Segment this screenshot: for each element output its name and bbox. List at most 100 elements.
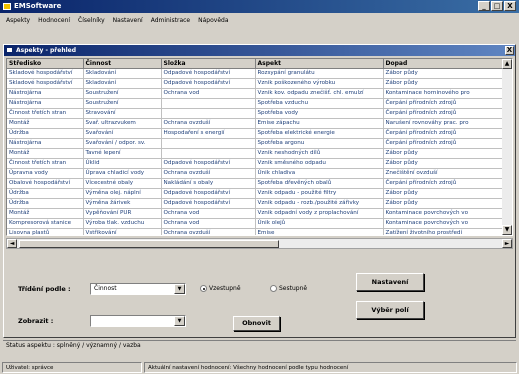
menu-aspekty[interactable]: Aspekty (2, 17, 34, 24)
app-icon (3, 3, 11, 10)
chevron-down-icon[interactable]: ▼ (174, 284, 185, 294)
table-cell: Vznik neshodných dílů (255, 148, 384, 159)
table-row[interactable]: Nástrojárna Svařování / odpor. sv. Spotřeb… (7, 138, 505, 149)
table-cell: Kontaminace povrchových vo (383, 218, 505, 229)
table-cell: Činnost třetích stran (7, 158, 84, 169)
table-cell: Znečištění ovzduší (383, 168, 505, 179)
table-cell: Skladování (83, 68, 162, 79)
table-cell: Spotřeba dřevěných obalů (255, 178, 384, 189)
table-cell: Čerpání přírodních zdrojů (383, 128, 505, 139)
sort-ascending-radio[interactable]: Vzestupně (200, 285, 241, 292)
menu-administrace[interactable]: Administrace (147, 17, 194, 24)
column-header-slozka[interactable]: Složka (161, 59, 256, 69)
field-select-button[interactable]: Výběr polí (356, 301, 424, 319)
table-cell: Vícecestné obaly (83, 178, 162, 189)
table-cell: Kontaminace horninového pro (383, 88, 505, 99)
table-cell: Spotřeba vzduchu (255, 98, 384, 109)
scroll-down-arrow-icon[interactable]: ▼ (502, 225, 512, 235)
table-cell: Spotřeba argonu (255, 138, 384, 149)
column-header-cinnost[interactable]: Činnost (83, 59, 162, 69)
table-row[interactable]: Činnost třetích stran Úklid Odpadové hospo… (7, 158, 505, 169)
table-cell: Výměna žárivek (83, 198, 162, 209)
table-row[interactable]: Údržba Svařování Hospodaření s energií Spot… (7, 128, 505, 139)
sort-descending-label: Sestupně (279, 285, 308, 292)
show-select[interactable]: ▼ (90, 315, 186, 327)
menu-ciselniky[interactable]: Číselníky (74, 17, 109, 24)
scroll-left-arrow-icon[interactable]: ◄ (7, 239, 17, 248)
table-cell: Zatížení životního prostředí (383, 228, 505, 235)
sort-select[interactable]: Činnost ▼ (90, 283, 186, 295)
table-row[interactable]: Nástrojárna Soustružení Ochrana vod Vznik k… (7, 88, 505, 99)
scroll-up-arrow-icon[interactable]: ▲ (502, 59, 512, 69)
table-row[interactable]: Úpravna vody Úprava chladicí vody Ochrana … (7, 168, 505, 179)
minimize-button[interactable]: _ (478, 1, 490, 11)
child-close-button[interactable]: X (505, 46, 514, 55)
table-cell: Vznik kov. odpadu znečišť. chl. emulzí (255, 88, 384, 99)
table-row[interactable]: Činnost třetích stran Stravování Spotřeba … (7, 108, 505, 119)
close-button[interactable]: X (504, 1, 516, 11)
table-row[interactable]: Lisovna plastů Vstřikování Ochrana ovzduší… (7, 228, 505, 235)
status-user: Uživatel: správce (2, 362, 142, 373)
table-cell: Vznik odpadní vody z proplachování (255, 208, 384, 219)
table-row[interactable]: Kompresorová stanice Výroba tlak. vzduchu… (7, 218, 505, 229)
table-cell: Montáž (7, 208, 84, 219)
grid-header-row: Středisko Činnost Složka Aspekt Dopad (7, 59, 505, 69)
table-cell: Odpadové hospodářství (161, 188, 256, 199)
chevron-down-icon[interactable]: ▼ (174, 316, 185, 326)
table-cell: Odpadové hospodářství (161, 198, 256, 209)
column-header-aspekt[interactable]: Aspekt (255, 59, 384, 69)
scroll-right-arrow-icon[interactable]: ► (502, 239, 512, 248)
table-cell: Vznik odpadu - použité filtry (255, 188, 384, 199)
table-cell: Údržba (7, 128, 84, 139)
table-cell: Ochrana ovzduší (161, 168, 256, 179)
table-cell: Výroba tlak. vzduchu (83, 218, 162, 229)
table-row[interactable]: Skladové hospodářství Skladování Odpadové … (7, 78, 505, 89)
sort-label: Třídění podle : (18, 285, 71, 293)
aspects-grid: Středisko Činnost Složka Aspekt Dopad Sk… (6, 58, 513, 236)
table-cell: Zábor půdy (383, 198, 505, 209)
sort-descending-radio[interactable]: Sestupně (270, 285, 307, 292)
refresh-button[interactable]: Obnovit (233, 316, 280, 331)
table-row[interactable]: Obalové hospodářství Vícecestné obaly Nakl… (7, 178, 505, 189)
show-label: Zobrazit : (18, 317, 54, 325)
table-cell: Čerpání přírodních zdrojů (383, 98, 505, 109)
status-bar: Uživatel: správce Aktuální nastavení hod… (0, 361, 519, 374)
table-cell: Únik olejů (255, 218, 384, 229)
table-row[interactable]: Údržba Výměna žárivek Odpadové hospodářstv… (7, 198, 505, 209)
table-row[interactable]: Montáž Vypěňování PUR Ochrana vod Vznik odp… (7, 208, 505, 219)
menu-napoveda[interactable]: Nápověda (194, 17, 232, 24)
menu-hodnoceni[interactable]: Hodnocení (34, 17, 74, 24)
menu-bar: Aspekty Hodnocení Číselníky Nastavení Ad… (0, 14, 519, 26)
table-cell: Ochrana vod (161, 88, 256, 99)
table-cell: Úpravna vody (7, 168, 84, 179)
table-cell: Stravování (83, 108, 162, 119)
maximize-button[interactable]: □ (491, 1, 503, 11)
table-cell: Kompresorová stanice (7, 218, 84, 229)
table-row[interactable]: Montáž Tavné lepení Vznik neshodných dílů Z… (7, 148, 505, 159)
table-cell (161, 148, 256, 159)
table-cell: Montáž (7, 148, 84, 159)
table-cell: Odpadové hospodářství (161, 68, 256, 79)
table-cell: Montáž (7, 118, 84, 129)
table-row[interactable]: Montáž Svař. ultrazvukem Ochrana ovzduší Em… (7, 118, 505, 129)
table-row[interactable]: Údržba Výměna olej. náplní Odpadové hospod… (7, 188, 505, 199)
table-cell: Zábor půdy (383, 68, 505, 79)
table-cell: Vznik odpadu - rozb./použité zářivky (255, 198, 384, 209)
table-cell: Emise (255, 228, 384, 235)
table-cell: Svařování (83, 128, 162, 139)
table-cell: Tavné lepení (83, 148, 162, 159)
table-cell: Skladové hospodářství (7, 68, 84, 79)
grid-vertical-scrollbar[interactable]: ▲ ▼ (502, 59, 512, 235)
horizontal-scroll-thumb[interactable] (19, 240, 279, 248)
column-header-stredisko[interactable]: Středisko (7, 59, 84, 69)
table-row[interactable]: Skladové hospodářství Skladování Odpadové … (7, 68, 505, 79)
table-cell: Vznik poškozeného výrobku (255, 78, 384, 89)
settings-button[interactable]: Nastavení (356, 273, 424, 291)
menu-nastaveni[interactable]: Nastavení (109, 17, 147, 24)
grid-horizontal-scrollbar[interactable]: ◄ ► (6, 238, 513, 249)
column-header-dopad[interactable]: Dopad (383, 59, 505, 69)
table-cell: Svař. ultrazvukem (83, 118, 162, 129)
table-cell: Rozsypání granulátu (255, 68, 384, 79)
table-row[interactable]: Nástrojárna Soustružení Spotřeba vzduchu Če… (7, 98, 505, 109)
table-cell: Činnost třetích stran (7, 108, 84, 119)
